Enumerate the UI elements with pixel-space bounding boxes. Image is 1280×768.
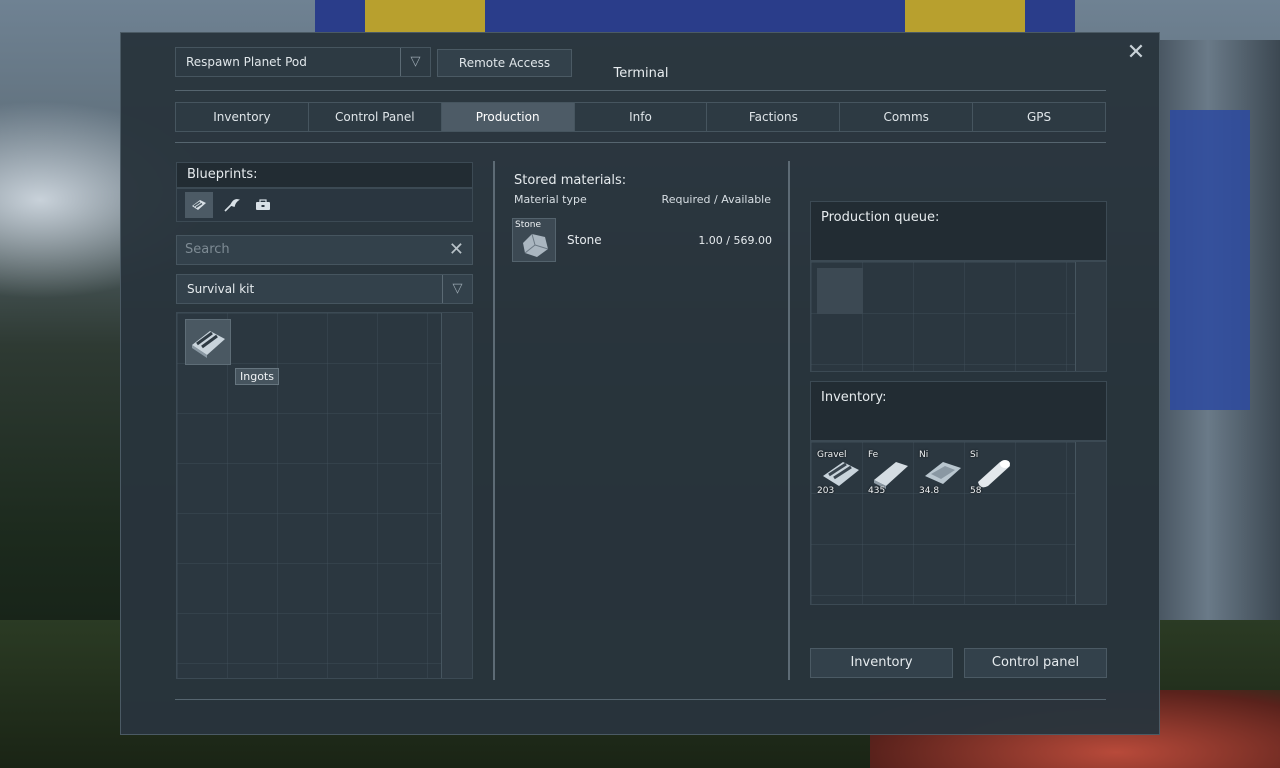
item-symbol: Ni bbox=[919, 450, 929, 460]
ingot-icon bbox=[192, 331, 225, 358]
tool-filter-icon[interactable] bbox=[217, 192, 245, 218]
item-amount: 435 bbox=[868, 486, 886, 496]
production-queue-header: Production queue: bbox=[810, 201, 1107, 261]
tab-inventory[interactable]: Inventory bbox=[176, 103, 309, 131]
close-icon[interactable]: ✕ bbox=[1126, 42, 1146, 64]
blueprint-filter-bar bbox=[176, 188, 473, 222]
tabs-divider bbox=[175, 142, 1106, 143]
control-panel-button[interactable]: Control panel bbox=[964, 648, 1107, 678]
background-pod-top bbox=[315, 0, 1075, 32]
tab-gps[interactable]: GPS bbox=[973, 103, 1105, 131]
inventory-button[interactable]: Inventory bbox=[810, 648, 953, 678]
item-amount: 34.8 bbox=[919, 486, 940, 496]
column-divider-left bbox=[493, 161, 495, 680]
item-symbol: Fe bbox=[868, 450, 879, 460]
queue-scrollbar[interactable] bbox=[1075, 262, 1106, 371]
window-title: Terminal bbox=[613, 66, 669, 81]
inventory-header: Inventory: bbox=[810, 381, 1107, 441]
silicon-wafer-icon bbox=[978, 460, 1010, 488]
toolbox-filter-icon[interactable] bbox=[249, 192, 277, 218]
chevron-down-icon[interactable]: ▽ bbox=[400, 48, 430, 76]
required-available-header: Required / Available bbox=[661, 193, 771, 206]
inventory-item-iron[interactable]: Fe 435 bbox=[868, 450, 914, 496]
queue-slot[interactable] bbox=[817, 268, 863, 314]
item-amount: 58 bbox=[970, 486, 982, 496]
remote-access-button[interactable]: Remote Access bbox=[437, 49, 572, 77]
category-value: Survival kit bbox=[187, 282, 255, 296]
material-type-header: Material type bbox=[514, 193, 587, 206]
ingot-filter-icon[interactable] bbox=[185, 192, 213, 218]
material-amount: 1.00 / 569.00 bbox=[698, 234, 772, 247]
inventory-item-gravel[interactable]: Gravel 203 bbox=[817, 450, 863, 496]
item-symbol: Si bbox=[970, 450, 979, 460]
clear-search-icon[interactable]: ✕ bbox=[449, 236, 464, 264]
tab-comms[interactable]: Comms bbox=[840, 103, 974, 131]
material-icon-label: Stone bbox=[515, 220, 541, 230]
search-placeholder: Search bbox=[185, 242, 230, 257]
tab-factions[interactable]: Factions bbox=[707, 103, 841, 131]
material-name: Stone bbox=[567, 233, 602, 247]
footer-divider bbox=[175, 699, 1106, 700]
blueprint-grid: Ingots bbox=[176, 312, 473, 679]
tab-info[interactable]: Info bbox=[575, 103, 708, 131]
terminal-window: ✕ Respawn Planet Pod ▽ Remote Access Ter… bbox=[120, 32, 1160, 735]
blueprint-tooltip: Ingots bbox=[235, 368, 279, 385]
item-symbol: Gravel bbox=[817, 450, 847, 460]
column-divider-right bbox=[788, 161, 790, 680]
blueprint-item-ingots[interactable] bbox=[185, 319, 231, 365]
item-amount: 203 bbox=[817, 486, 835, 496]
blueprints-header: Blueprints: bbox=[176, 162, 473, 188]
inventory-item-nickel[interactable]: Ni 34.8 bbox=[919, 450, 965, 496]
production-queue-grid bbox=[810, 261, 1107, 372]
block-selector-value: Respawn Planet Pod bbox=[186, 55, 307, 69]
header-divider bbox=[175, 90, 1106, 91]
blueprint-category-dropdown[interactable]: Survival kit ▽ bbox=[176, 274, 473, 304]
stone-icon: Stone bbox=[512, 218, 556, 262]
chevron-down-icon[interactable]: ▽ bbox=[442, 275, 472, 303]
background-pod-side bbox=[1160, 40, 1280, 690]
inventory-scrollbar[interactable] bbox=[1075, 442, 1106, 604]
material-row: Stone Stone 1.00 / 569.00 bbox=[512, 218, 772, 262]
stored-materials-title: Stored materials: bbox=[514, 173, 627, 188]
tab-bar: Inventory Control Panel Production Info … bbox=[175, 102, 1106, 132]
tab-control-panel[interactable]: Control Panel bbox=[309, 103, 442, 131]
tab-production[interactable]: Production bbox=[441, 103, 575, 131]
inventory-grid: Gravel 203 Fe 435 Ni 34.8 Si 58 bbox=[810, 441, 1107, 605]
inventory-item-silicon[interactable]: Si 58 bbox=[970, 450, 1016, 496]
blueprint-scrollbar[interactable] bbox=[441, 313, 472, 678]
block-selector-dropdown[interactable]: Respawn Planet Pod ▽ bbox=[175, 47, 431, 77]
search-input[interactable]: Search ✕ bbox=[176, 235, 473, 265]
